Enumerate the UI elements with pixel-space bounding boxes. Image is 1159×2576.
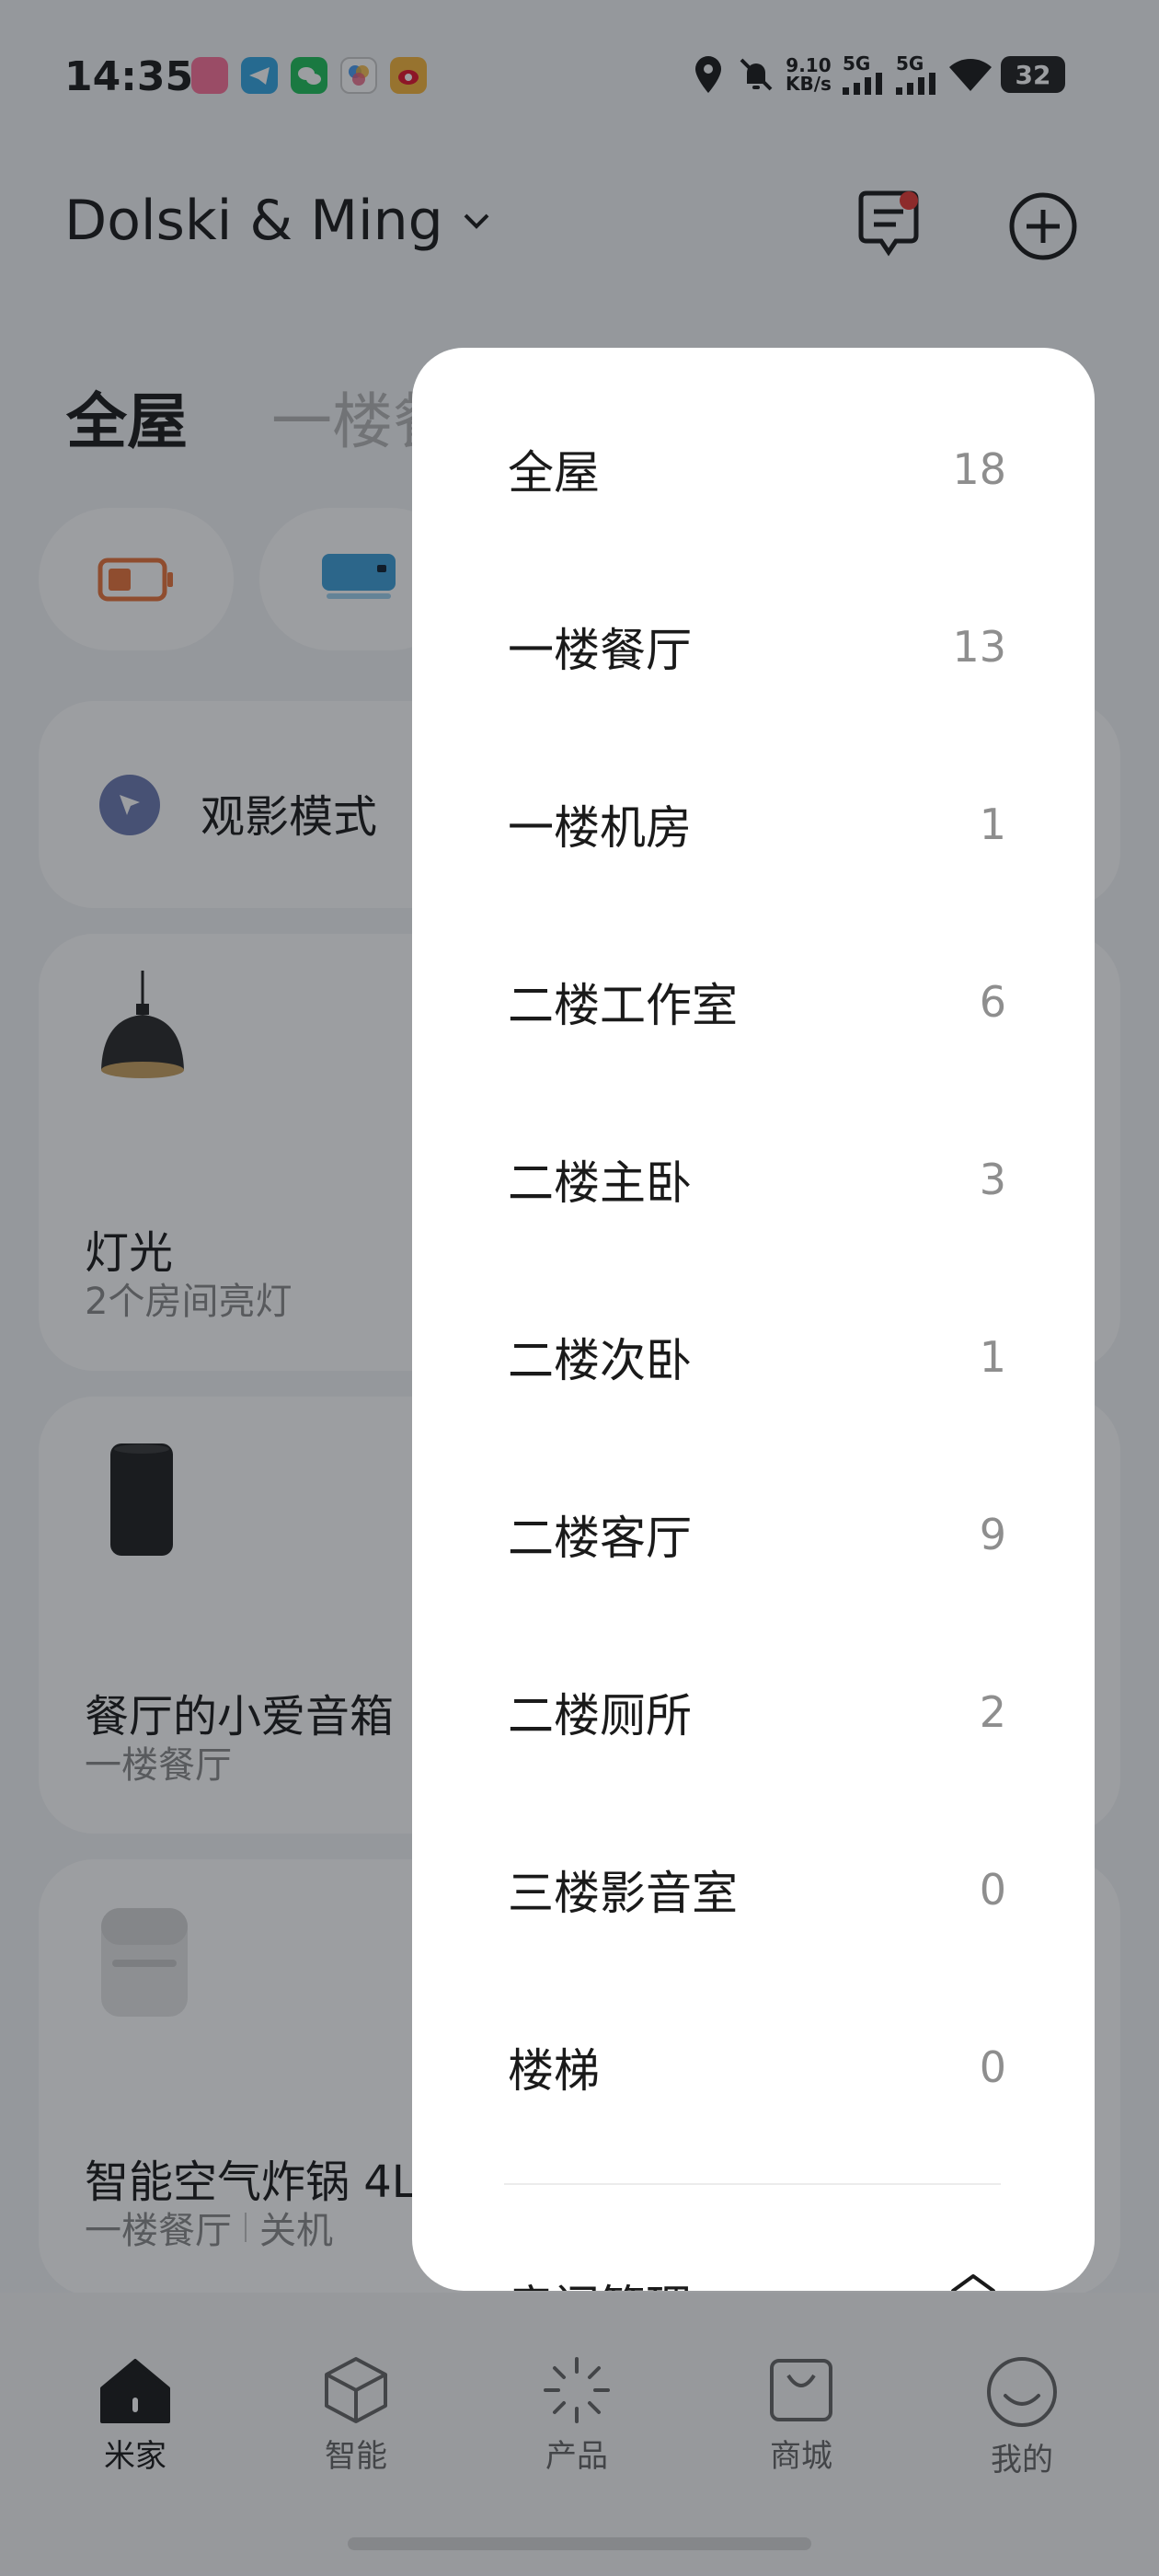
room-option[interactable]: 二楼厕所 2: [412, 1623, 1095, 1800]
room-device-count: 9: [979, 1509, 1006, 1559]
house-settings-icon: [951, 2274, 995, 2291]
room-name: 楼梯: [508, 2043, 600, 2098]
room-name: 一楼机房: [508, 800, 692, 855]
room-dropdown: 全屋 18 一楼餐厅 13 一楼机房 1 二楼工作室 6 二楼主卧 3 二楼次卧…: [412, 348, 1095, 2291]
room-name: 一楼餐厅: [508, 623, 692, 677]
room-name: 全屋: [508, 445, 600, 500]
room-device-count: 0: [979, 1864, 1006, 1915]
room-device-count: 6: [979, 976, 1006, 1027]
room-name: 二楼主卧: [508, 1156, 692, 1210]
room-option[interactable]: 三楼影音室 0: [412, 1800, 1095, 1978]
room-name: 三楼影音室: [508, 1866, 738, 1920]
menu-divider: [504, 2183, 1001, 2185]
room-device-count: 1: [979, 799, 1006, 849]
room-option[interactable]: 一楼餐厅 13: [412, 558, 1095, 735]
room-option[interactable]: 一楼机房 1: [412, 735, 1095, 913]
room-option[interactable]: 全屋 18: [412, 380, 1095, 558]
room-device-count: 0: [979, 2041, 1006, 2092]
room-device-count: 1: [979, 1331, 1006, 1382]
room-option[interactable]: 二楼次卧 1: [412, 1268, 1095, 1445]
room-device-count: 18: [952, 443, 1006, 494]
room-option[interactable]: 楼梯 0: [412, 1978, 1095, 2156]
room-name: 二楼次卧: [508, 1333, 692, 1387]
room-option[interactable]: 二楼主卧 3: [412, 1090, 1095, 1268]
room-device-count: 2: [979, 1686, 1006, 1737]
room-device-count: 13: [952, 621, 1006, 672]
room-name: 二楼工作室: [508, 978, 738, 1032]
room-name: 二楼厕所: [508, 1688, 692, 1742]
room-name: 二楼客厅: [508, 1511, 692, 1565]
room-option[interactable]: 二楼工作室 6: [412, 913, 1095, 1090]
room-device-count: 3: [979, 1154, 1006, 1204]
room-manage-button[interactable]: 房间管理: [508, 2271, 692, 2291]
room-option[interactable]: 二楼客厅 9: [412, 1445, 1095, 1623]
